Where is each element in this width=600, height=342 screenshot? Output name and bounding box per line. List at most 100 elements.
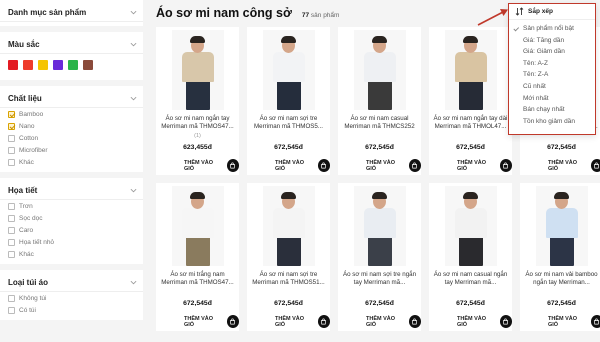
product-image[interactable] (536, 186, 588, 266)
cart-icon[interactable] (590, 159, 600, 172)
color-swatch[interactable] (83, 60, 93, 70)
add-to-cart[interactable]: THÊM VÀO GIỎ (275, 159, 330, 172)
add-to-cart-label[interactable]: THÊM VÀO GIỎ (457, 160, 495, 172)
color-swatch[interactable] (23, 60, 33, 70)
add-to-cart-label[interactable]: THÊM VÀO GIỎ (366, 316, 404, 328)
cart-icon[interactable] (590, 315, 600, 328)
filter-pattern-header[interactable]: Họa tiết (0, 182, 143, 200)
sort-option[interactable]: Giá: Giảm dần (509, 46, 595, 58)
checkbox[interactable] (8, 110, 15, 118)
product-image[interactable] (172, 186, 224, 266)
add-to-cart[interactable]: THÊM VÀO GIỎ (457, 315, 512, 328)
add-to-cart[interactable]: THÊM VÀO GIỎ (366, 159, 421, 172)
product-card[interactable]: Áo sơ mi nam sợi tre ngắn tay Merriman m… (338, 183, 421, 331)
sort-option[interactable]: Tên: A-Z (509, 58, 595, 70)
add-to-cart-label[interactable]: THÊM VÀO GIỎ (548, 160, 586, 172)
material-option[interactable]: Cotton (0, 132, 143, 144)
product-card[interactable]: Áo sơ mi nam casual ngắn tay Merriman mã… (429, 183, 512, 331)
product-image[interactable] (445, 186, 497, 266)
product-name[interactable]: Áo sơ mi nam sợi tre Merriman mã THMOS5.… (250, 115, 327, 131)
pocket-option[interactable]: Không túi (0, 292, 143, 304)
product-name[interactable]: Áo sơ mi nam casual ngắn tay Merriman mã… (432, 271, 509, 287)
pattern-option[interactable]: Họa tiết nhỏ (0, 236, 143, 248)
add-to-cart[interactable]: THÊM VÀO GIỎ (275, 315, 330, 328)
cart-icon[interactable] (408, 159, 421, 172)
product-name[interactable]: Áo sơ mi nam ngắn tay Merriman mã THMOS4… (159, 115, 236, 131)
product-card[interactable]: Áo sơ mi nam ngắn tay dài Merriman mã TH… (429, 27, 512, 175)
cart-icon[interactable] (317, 159, 330, 172)
sort-option[interactable]: Tên: Z-A (509, 69, 595, 81)
color-swatch[interactable] (38, 60, 48, 70)
checkbox[interactable] (8, 214, 15, 222)
product-image[interactable] (354, 186, 406, 266)
sort-option[interactable]: Mới nhất (509, 93, 595, 105)
pocket-option[interactable]: Có túi (0, 304, 143, 316)
add-to-cart[interactable]: THÊM VÀO GIỎ (184, 159, 239, 172)
sort-option[interactable]: Cũ nhất (509, 81, 595, 93)
material-option[interactable]: Bamboo (0, 108, 143, 120)
filter-category-header[interactable]: Danh mục sản phẩm (0, 4, 143, 22)
product-card[interactable]: Áo sơ mi nam ngắn tay Merriman mã THMOS4… (156, 27, 239, 175)
add-to-cart-label[interactable]: THÊM VÀO GIỎ (548, 316, 586, 328)
sort-button[interactable]: Sắp xếp (509, 4, 595, 20)
product-image[interactable] (354, 30, 406, 110)
checkbox[interactable] (8, 238, 15, 246)
checkbox[interactable] (8, 122, 15, 130)
product-card[interactable]: Áo sơ mi nam sợi tre Merriman mã THMOS5.… (247, 27, 330, 175)
cart-icon[interactable] (226, 315, 239, 328)
product-image[interactable] (445, 30, 497, 110)
add-to-cart[interactable]: THÊM VÀO GIỎ (548, 159, 600, 172)
material-option[interactable]: Khác (0, 156, 143, 168)
add-to-cart[interactable]: THÊM VÀO GIỎ (366, 315, 421, 328)
filter-material-header[interactable]: Chất liệu (0, 90, 143, 108)
product-image[interactable] (263, 186, 315, 266)
product-card[interactable]: Áo sơ mi trắng nam Merriman mã THMOS47..… (156, 183, 239, 331)
checkbox[interactable] (8, 146, 15, 154)
checkbox[interactable] (8, 158, 15, 166)
product-name[interactable]: Áo sơ mi nam sợi tre ngắn tay Merriman m… (341, 271, 418, 287)
add-to-cart-label[interactable]: THÊM VÀO GIỎ (457, 316, 495, 328)
sort-option[interactable]: Tồn kho giảm dần (509, 116, 595, 128)
sort-option[interactable]: Sản phẩm nổi bật (509, 23, 595, 35)
color-swatch[interactable] (53, 60, 63, 70)
pattern-option[interactable]: Khác (0, 248, 143, 260)
add-to-cart-label[interactable]: THÊM VÀO GIỎ (366, 160, 404, 172)
product-image[interactable] (172, 30, 224, 110)
cart-icon[interactable] (408, 315, 421, 328)
checkbox[interactable] (8, 294, 15, 302)
cart-icon[interactable] (317, 315, 330, 328)
cart-icon[interactable] (226, 159, 239, 172)
checkbox[interactable] (8, 226, 15, 234)
add-to-cart[interactable]: THÊM VÀO GIỎ (457, 159, 512, 172)
filter-color-header[interactable]: Màu sắc (0, 36, 143, 54)
add-to-cart-label[interactable]: THÊM VÀO GIỎ (275, 160, 313, 172)
color-swatch[interactable] (68, 60, 78, 70)
material-option[interactable]: Nano (0, 120, 143, 132)
material-option[interactable]: Microfiber (0, 144, 143, 156)
sort-option[interactable]: Bán chạy nhất (509, 104, 595, 116)
checkbox[interactable] (8, 306, 15, 314)
product-image[interactable] (263, 30, 315, 110)
pattern-option[interactable]: Trơn (0, 200, 143, 212)
checkbox[interactable] (8, 134, 15, 142)
add-to-cart[interactable]: THÊM VÀO GIỎ (548, 315, 600, 328)
checkbox[interactable] (8, 202, 15, 210)
product-name[interactable]: Áo sơ mi trắng nam Merriman mã THMOS47..… (159, 271, 236, 287)
cart-icon[interactable] (499, 159, 512, 172)
product-name[interactable]: Áo sơ mi nam vải bamboo ngắn tay Merrima… (523, 271, 600, 287)
pattern-option[interactable]: Caro (0, 224, 143, 236)
product-card[interactable]: Áo sơ mi nam casual Merriman mã THMCS252… (338, 27, 421, 175)
add-to-cart[interactable]: THÊM VÀO GIỎ (184, 315, 239, 328)
cart-icon[interactable] (499, 315, 512, 328)
add-to-cart-label[interactable]: THÊM VÀO GIỎ (184, 160, 222, 172)
product-name[interactable]: Áo sơ mi nam sợi tre Merriman mã THMOS51… (250, 271, 327, 287)
product-name[interactable]: Áo sơ mi nam casual Merriman mã THMCS252 (341, 115, 418, 131)
add-to-cart-label[interactable]: THÊM VÀO GIỎ (275, 316, 313, 328)
pattern-option[interactable]: Sọc dọc (0, 212, 143, 224)
product-name[interactable]: Áo sơ mi nam ngắn tay dài Merriman mã TH… (432, 115, 509, 131)
product-card[interactable]: Áo sơ mi nam vải bamboo ngắn tay Merrima… (520, 183, 600, 331)
color-swatch[interactable] (8, 60, 18, 70)
add-to-cart-label[interactable]: THÊM VÀO GIỎ (184, 316, 222, 328)
checkbox[interactable] (8, 250, 15, 258)
product-card[interactable]: Áo sơ mi nam sợi tre Merriman mã THMOS51… (247, 183, 330, 331)
